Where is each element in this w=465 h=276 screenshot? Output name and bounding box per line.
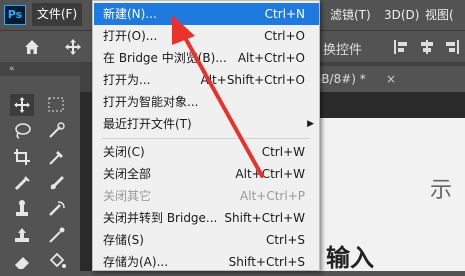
collapse-icon[interactable]: « <box>9 62 15 76</box>
crop-tool-icon[interactable] <box>10 146 34 168</box>
menu-item-shortcut: Ctrl+W <box>261 145 305 159</box>
move-tool-icon[interactable] <box>10 94 34 116</box>
canvas-text-input: 输入 <box>326 244 374 272</box>
quick-selection-tool-icon[interactable] <box>44 120 68 142</box>
menu-file[interactable]: 文件(F) <box>32 3 82 26</box>
menu-item-shortcut: Alt+Ctrl+O <box>237 51 305 65</box>
menu-item-shortcut: Shift+Ctrl+W <box>224 211 305 225</box>
menu-item-shortcut: Ctrl+S <box>265 233 305 247</box>
menu-item-label: 最近打开文件(T) <box>103 117 192 131</box>
menu-item-label: 关闭(C) <box>103 145 145 159</box>
brush-tool-icon[interactable] <box>44 172 68 194</box>
align-center-icon[interactable] <box>418 38 436 56</box>
menu-item-shortcut: Alt+Shift+Ctrl+O <box>200 73 305 87</box>
menu-item-label: 关闭并转到 Bridge... <box>103 211 218 225</box>
menu-item-close-all[interactable]: 关闭全部 Alt+Ctrl+W <box>94 163 319 185</box>
menu-item-label: 关闭全部 <box>103 167 152 181</box>
align-right-icon[interactable] <box>443 38 461 56</box>
menu-view[interactable]: 视图( <box>425 0 454 30</box>
paint-bucket-tool-icon[interactable] <box>44 250 68 272</box>
menu-item-label: 打开为... <box>103 73 151 87</box>
align-left-icon[interactable] <box>392 38 410 56</box>
menu-filter[interactable]: 滤镜(T) <box>330 0 371 30</box>
menu-item-open[interactable]: 打开(O)... Ctrl+O <box>94 25 319 47</box>
menu-item-shortcut: Alt+Ctrl+P <box>240 189 305 203</box>
menu-item-save[interactable]: 存储(S) Ctrl+S <box>94 229 319 251</box>
marquee-tool-icon[interactable] <box>44 94 68 116</box>
menu-item-label: 打开为智能对象... <box>103 95 199 109</box>
menu-item-label: 打开(O)... <box>103 29 158 43</box>
menu-item-close-others: 关闭其它 Alt+Ctrl+P <box>94 185 319 207</box>
menu-3d[interactable]: 3D(D) <box>384 0 419 30</box>
menu-item-shortcut: Ctrl+O <box>264 29 305 43</box>
menu-item-label: 存储(S) <box>103 233 144 247</box>
menu-item-open-as-smart-object[interactable]: 打开为智能对象... <box>94 91 319 113</box>
menu-item-recent-files[interactable]: 最近打开文件(T) ▶ <box>94 113 319 135</box>
stamp-tool-icon[interactable] <box>10 224 34 246</box>
menu-item-label: 存储为(A)... <box>103 255 169 269</box>
smudge-tool-icon[interactable] <box>44 224 68 246</box>
file-menu-dropdown: 新建(N)... Ctrl+N 打开(O)... Ctrl+O 在 Bridge… <box>92 0 320 271</box>
menu-item-shortcut: Shift+Ctrl+S <box>228 255 305 269</box>
close-tab-icon[interactable]: × <box>386 66 396 92</box>
menu-item-new[interactable]: 新建(N)... Ctrl+N <box>94 3 319 25</box>
menu-item-shortcut: Alt+Ctrl+W <box>235 167 305 181</box>
document-tab[interactable]: GB/8#) * <box>296 66 465 92</box>
menu-item-open-as[interactable]: 打开为... Alt+Shift+Ctrl+O <box>94 69 319 91</box>
healing-brush-tool-icon[interactable] <box>10 172 34 194</box>
menu-item-shortcut: Ctrl+N <box>264 7 305 21</box>
menu-item-browse-in-bridge[interactable]: 在 Bridge 中浏览(B)... Alt+Ctrl+O <box>94 47 319 69</box>
history-brush-tool-icon[interactable] <box>44 198 68 220</box>
eyedropper-tool-icon[interactable] <box>44 146 68 168</box>
move-tool-icon[interactable] <box>63 37 83 57</box>
menu-item-label: 在 Bridge 中浏览(B)... <box>103 51 227 65</box>
photoshop-logo: Ps <box>4 5 26 25</box>
submenu-arrow-icon: ▶ <box>307 119 314 129</box>
home-icon[interactable] <box>22 37 42 57</box>
menu-item-save-as[interactable]: 存储为(A)... Shift+Ctrl+S <box>94 251 319 273</box>
lasso-tool-icon[interactable] <box>10 120 34 142</box>
menu-item-close[interactable]: 关闭(C) Ctrl+W <box>94 141 319 163</box>
canvas-text: 示 <box>430 178 453 203</box>
menu-item-label: 新建(N)... <box>103 7 157 21</box>
menu-item-label: 关闭其它 <box>103 189 152 203</box>
menu-item-close-and-go-to-bridge[interactable]: 关闭并转到 Bridge... Shift+Ctrl+W <box>94 207 319 229</box>
menu-separator <box>102 138 310 139</box>
eraser-tool-icon[interactable] <box>10 250 34 272</box>
clone-stamp-tool-icon[interactable] <box>10 198 34 220</box>
transform-controls-label[interactable]: 换控件 <box>323 39 362 58</box>
